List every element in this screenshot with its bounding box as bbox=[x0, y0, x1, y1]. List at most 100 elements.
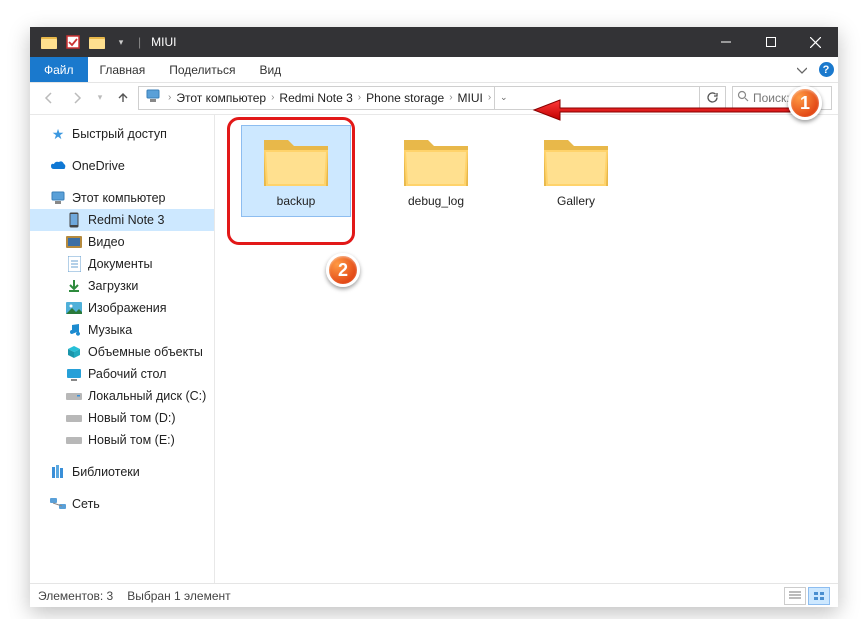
onedrive-icon bbox=[50, 158, 66, 174]
cube-icon bbox=[66, 344, 82, 360]
phone-icon bbox=[66, 212, 82, 228]
close-button[interactable] bbox=[793, 27, 838, 57]
sidebar-item-label: Рабочий стол bbox=[88, 367, 166, 381]
sidebar-item-label: Загрузки bbox=[88, 279, 138, 293]
content-pane[interactable]: backup debug_log Gallery bbox=[215, 115, 838, 583]
forward-button[interactable] bbox=[64, 86, 90, 110]
sidebar-item-drive-c[interactable]: Локальный диск (C:) bbox=[30, 385, 214, 407]
sidebar-quick-access[interactable]: ★ Быстрый доступ bbox=[30, 123, 214, 145]
sidebar-item-documents[interactable]: Документы bbox=[30, 253, 214, 275]
sidebar-item-label: Музыка bbox=[88, 323, 132, 337]
quick-access-toolbar: ▾ bbox=[30, 31, 132, 53]
explorer-body: ★ Быстрый доступ OneDrive Этот компьютер… bbox=[30, 115, 838, 583]
sidebar-item-music[interactable]: Музыка bbox=[30, 319, 214, 341]
folder-backup[interactable]: backup bbox=[241, 125, 351, 217]
new-folder-icon[interactable] bbox=[86, 31, 108, 53]
music-icon bbox=[66, 322, 82, 338]
drive-icon bbox=[66, 388, 82, 404]
sidebar-item-drive-e[interactable]: Новый том (E:) bbox=[30, 429, 214, 451]
sidebar-item-desktop[interactable]: Рабочий стол bbox=[30, 363, 214, 385]
sidebar-item-label: Сеть bbox=[72, 497, 100, 511]
pictures-icon bbox=[66, 300, 82, 316]
back-button[interactable] bbox=[36, 86, 62, 110]
titlebar-divider: | bbox=[138, 35, 141, 49]
address-dropdown-icon[interactable]: ⌄ bbox=[494, 87, 512, 109]
libraries-icon bbox=[50, 464, 66, 480]
icons-view-button[interactable] bbox=[808, 587, 830, 605]
video-icon bbox=[66, 234, 82, 250]
sidebar-item-pictures[interactable]: Изображения bbox=[30, 297, 214, 319]
ribbon-expand-icon[interactable] bbox=[790, 57, 814, 82]
chevron-right-icon[interactable]: › bbox=[485, 92, 494, 103]
view-switcher bbox=[784, 587, 830, 605]
search-icon bbox=[737, 90, 749, 105]
titlebar: ▾ | MIUI bbox=[30, 27, 838, 57]
sidebar-item-label: Локальный диск (C:) bbox=[88, 389, 206, 403]
sidebar-libraries[interactable]: Библиотеки bbox=[30, 461, 214, 483]
sidebar-item-label: Видео bbox=[88, 235, 125, 249]
minimize-button[interactable] bbox=[703, 27, 748, 57]
desktop-icon bbox=[66, 366, 82, 382]
chevron-right-icon[interactable]: › bbox=[165, 92, 174, 103]
sidebar-item-label: Новый том (D:) bbox=[88, 411, 176, 425]
recent-dropdown-icon[interactable]: ▾ bbox=[92, 86, 108, 110]
qat-dropdown-icon[interactable]: ▾ bbox=[110, 31, 132, 53]
breadcrumb-item[interactable]: Phone storage bbox=[364, 91, 446, 105]
network-icon bbox=[50, 496, 66, 512]
pc-icon bbox=[145, 89, 161, 106]
sidebar-item-drive-d[interactable]: Новый том (D:) bbox=[30, 407, 214, 429]
sidebar-item-redmi[interactable]: Redmi Note 3 bbox=[30, 209, 214, 231]
sidebar-item-label: Документы bbox=[88, 257, 152, 271]
navigation-pane: ★ Быстрый доступ OneDrive Этот компьютер… bbox=[30, 115, 215, 583]
address-bar-row: ▾ › Этот компьютер › Redmi Note 3 › Phon… bbox=[30, 83, 838, 115]
address-bar[interactable]: › Этот компьютер › Redmi Note 3 › Phone … bbox=[138, 86, 726, 110]
pc-icon bbox=[50, 190, 66, 206]
sidebar-item-videos[interactable]: Видео bbox=[30, 231, 214, 253]
properties-icon[interactable] bbox=[62, 31, 84, 53]
sidebar-item-label: Быстрый доступ bbox=[72, 127, 167, 141]
star-icon: ★ bbox=[50, 126, 66, 142]
breadcrumb-item[interactable]: MIUI bbox=[456, 91, 485, 105]
help-button[interactable]: ? bbox=[814, 57, 838, 82]
sidebar-item-label: OneDrive bbox=[72, 159, 125, 173]
sidebar-onedrive[interactable]: OneDrive bbox=[30, 155, 214, 177]
status-bar: Элементов: 3 Выбран 1 элемент bbox=[30, 583, 838, 607]
status-selection: Выбран 1 элемент bbox=[127, 589, 230, 603]
folder-debug-log[interactable]: debug_log bbox=[381, 125, 491, 217]
folder-label: debug_log bbox=[408, 194, 464, 208]
search-input[interactable]: Поиск: M... bbox=[732, 86, 832, 110]
file-tab[interactable]: Файл bbox=[30, 57, 88, 82]
sidebar-item-label: Изображения bbox=[88, 301, 167, 315]
drive-icon bbox=[66, 432, 82, 448]
downloads-icon bbox=[66, 278, 82, 294]
sidebar-item-label: Новый том (E:) bbox=[88, 433, 175, 447]
up-button[interactable] bbox=[110, 86, 136, 110]
sidebar-item-label: Объемные объекты bbox=[88, 345, 203, 359]
maximize-button[interactable] bbox=[748, 27, 793, 57]
chevron-right-icon[interactable]: › bbox=[446, 92, 455, 103]
explorer-window: ▾ | MIUI Файл Главная Поделиться Вид ? ▾ bbox=[30, 27, 838, 607]
folder-app-icon bbox=[38, 31, 60, 53]
chevron-right-icon[interactable]: › bbox=[268, 92, 277, 103]
sidebar-network[interactable]: Сеть bbox=[30, 493, 214, 515]
ribbon-tabs: Файл Главная Поделиться Вид ? bbox=[30, 57, 838, 83]
documents-icon bbox=[66, 256, 82, 272]
chevron-right-icon[interactable]: › bbox=[355, 92, 364, 103]
sidebar-item-downloads[interactable]: Загрузки bbox=[30, 275, 214, 297]
breadcrumb-item[interactable]: Этот компьютер bbox=[174, 91, 268, 105]
folder-label: Gallery bbox=[557, 194, 595, 208]
folder-gallery[interactable]: Gallery bbox=[521, 125, 631, 217]
tab-share[interactable]: Поделиться bbox=[157, 57, 247, 82]
folder-label: backup bbox=[277, 194, 316, 208]
breadcrumb-item[interactable]: Redmi Note 3 bbox=[277, 91, 354, 105]
tab-home[interactable]: Главная bbox=[88, 57, 158, 82]
tab-view[interactable]: Вид bbox=[247, 57, 293, 82]
sidebar-this-pc[interactable]: Этот компьютер bbox=[30, 187, 214, 209]
sidebar-item-label: Redmi Note 3 bbox=[88, 213, 164, 227]
details-view-button[interactable] bbox=[784, 587, 806, 605]
window-title: MIUI bbox=[151, 35, 176, 49]
search-placeholder: Поиск: M... bbox=[753, 91, 813, 105]
refresh-button[interactable] bbox=[699, 87, 725, 109]
sidebar-item-3d[interactable]: Объемные объекты bbox=[30, 341, 214, 363]
folder-grid: backup debug_log Gallery bbox=[221, 125, 832, 217]
